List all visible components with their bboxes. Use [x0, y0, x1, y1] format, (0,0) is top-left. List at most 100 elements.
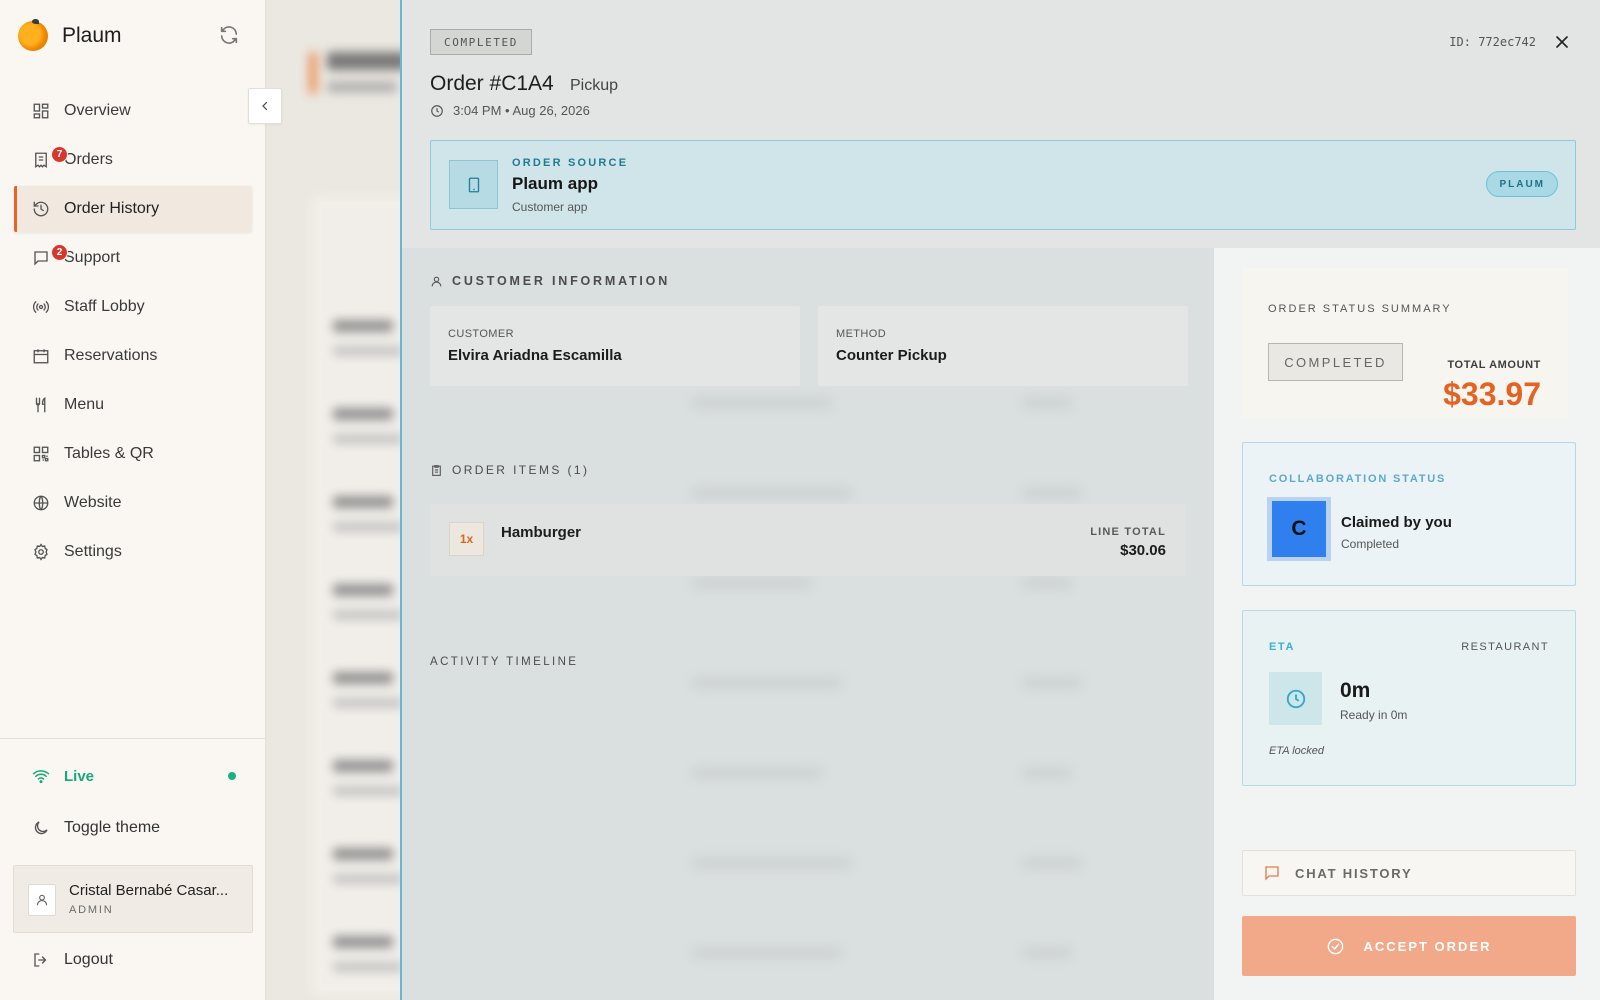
sidebar-item-label: Tables & QR [64, 445, 154, 462]
sidebar-item-label: Order History [64, 200, 160, 217]
item-quantity: 1x [449, 522, 484, 556]
moon-icon [34, 821, 48, 835]
list-item: 1x Hamburger LINE TOTAL $30.06 [430, 504, 1186, 576]
sidebar-footer: Live Toggle theme Cristal Bernabé Casar.… [0, 738, 266, 968]
eta-value: 0m [1340, 679, 1371, 702]
order-main-column: CUSTOMER INFORMATION CUSTOMER Elvira Ari… [402, 248, 1214, 1000]
calendar-icon [33, 349, 49, 364]
order-type: Pickup [570, 77, 619, 94]
sidebar-item-orders[interactable]: 7 Orders [14, 137, 252, 183]
total-amount-value: $33.97 [1443, 376, 1541, 412]
avatar-initial: C [1272, 501, 1326, 557]
customer-section-heading: CUSTOMER INFORMATION [430, 274, 670, 288]
qr-icon [33, 446, 49, 462]
eta-card: ETA RESTAURANT 0m Ready in 0m ETA locked [1242, 610, 1576, 786]
chevron-left-icon [262, 101, 268, 111]
live-dot [228, 772, 236, 780]
sidebar-item-website[interactable]: Website [14, 480, 252, 526]
customer-card: CUSTOMER Elvira Ariadna Escamilla [430, 306, 800, 386]
blurred-background-rows [662, 378, 1142, 998]
summary-label: ORDER STATUS SUMMARY [1268, 303, 1452, 315]
order-side-column: ORDER STATUS SUMMARY COMPLETED TOTAL AMO… [1214, 248, 1600, 1000]
sidebar-item-order-history[interactable]: Order History [14, 186, 252, 232]
check-circle-icon [1328, 938, 1344, 954]
clock-icon [431, 104, 443, 117]
sidebar: Plaum Overview 7 Orders Order History 2 … [0, 0, 266, 1000]
sidebar-item-label: Support [64, 249, 121, 266]
avatar: C [1267, 497, 1331, 561]
collapse-sidebar-button[interactable] [248, 88, 282, 124]
collaboration-label: COLLABORATION STATUS [1269, 473, 1447, 485]
sidebar-item-label: Reservations [64, 347, 158, 364]
close-icon[interactable] [1552, 32, 1572, 52]
customer-label: CUSTOMER [448, 328, 514, 340]
sidebar-item-support[interactable]: 2 Support [14, 235, 252, 281]
sidebar-item-label: Settings [64, 543, 122, 560]
chat-icon [34, 251, 48, 266]
line-total-value: $30.06 [1120, 542, 1166, 559]
broadcast-icon [32, 301, 50, 313]
sidebar-item-overview[interactable]: Overview [14, 88, 252, 134]
chat-icon [1265, 866, 1279, 881]
wifi-icon [32, 770, 50, 784]
order-source-card: ORDER SOURCE Plaum app Customer app PLAU… [430, 140, 1576, 230]
brand-name: Plaum [62, 24, 122, 47]
support-badge: 2 [51, 244, 68, 261]
order-header: COMPLETED ID: 772ec742 Order #C1A4 Picku… [402, 0, 1600, 248]
sidebar-item-label: Website [64, 494, 122, 511]
sidebar-item-settings[interactable]: Settings [14, 529, 252, 575]
utensils-icon [35, 397, 46, 413]
orders-icon [35, 152, 47, 169]
order-source-name: Plaum app [512, 174, 598, 193]
order-source-sub: Customer app [512, 200, 588, 214]
live-label: Live [64, 767, 95, 785]
user-icon [431, 276, 442, 286]
customer-name: Elvira Ariadna Escamilla [448, 347, 622, 364]
user-role: ADMIN [69, 904, 114, 916]
order-time-text: 3:04 PM • Aug 26, 2026 [453, 103, 590, 118]
eta-sub: Ready in 0m [1340, 708, 1408, 722]
user-card[interactable]: Cristal Bernabé Casar... ADMIN [13, 865, 253, 933]
method-label: METHOD [836, 328, 887, 340]
logout-label: Logout [64, 951, 113, 968]
sidebar-item-label: Overview [64, 102, 131, 119]
sidebar-item-label: Staff Lobby [64, 298, 145, 315]
eta-source-label: RESTAURANT [1461, 641, 1549, 653]
brand[interactable]: Plaum [18, 19, 122, 52]
sidebar-item-menu[interactable]: Menu [14, 382, 252, 428]
clipboard-icon [432, 464, 441, 476]
source-pill-badge: PLAUM [1486, 171, 1558, 197]
globe-icon [33, 495, 49, 511]
chat-history-button[interactable]: CHAT HISTORY [1242, 850, 1576, 896]
logout-button[interactable]: Logout [32, 951, 113, 969]
avatar [28, 884, 56, 916]
method-card: METHOD Counter Pickup [818, 306, 1188, 386]
eta-locked-note: ETA locked [1269, 745, 1325, 757]
user-name: Cristal Bernabé Casar... [69, 882, 229, 899]
collaboration-sub: Completed [1341, 537, 1400, 551]
page-title: Order #C1A4 [430, 72, 554, 95]
history-icon [33, 201, 49, 217]
orders-badge: 7 [51, 146, 68, 163]
background-order-history [267, 0, 402, 1000]
sidebar-item-label: Menu [64, 396, 105, 413]
accept-order-label: ACCEPT ORDER [1363, 938, 1492, 954]
summary-status-badge: COMPLETED [1268, 343, 1403, 381]
activity-timeline-heading: ACTIVITY TIMELINE [430, 656, 579, 668]
sidebar-item-reservations[interactable]: Reservations [14, 333, 252, 379]
plaum-logo [18, 19, 48, 51]
toggle-theme-button[interactable]: Toggle theme [32, 819, 160, 837]
logout-icon [34, 953, 47, 967]
collaboration-title: Claimed by you [1341, 514, 1452, 531]
gear-icon [34, 543, 48, 561]
sidebar-item-tables-qr[interactable]: Tables & QR [14, 431, 252, 477]
refresh-icon[interactable] [218, 24, 240, 46]
order-id: ID: 772ec742 [1449, 35, 1536, 49]
item-name: Hamburger [501, 524, 582, 541]
total-amount-label: TOTAL AMOUNT [1447, 359, 1541, 371]
order-status-summary: ORDER STATUS SUMMARY COMPLETED TOTAL AMO… [1242, 268, 1568, 418]
sidebar-item-label: Orders [64, 151, 113, 168]
sidebar-item-staff-lobby[interactable]: Staff Lobby [14, 284, 252, 330]
collaboration-status-card: COLLABORATION STATUS C Claimed by you Co… [1242, 442, 1576, 586]
accept-order-button[interactable]: ACCEPT ORDER [1242, 916, 1576, 976]
